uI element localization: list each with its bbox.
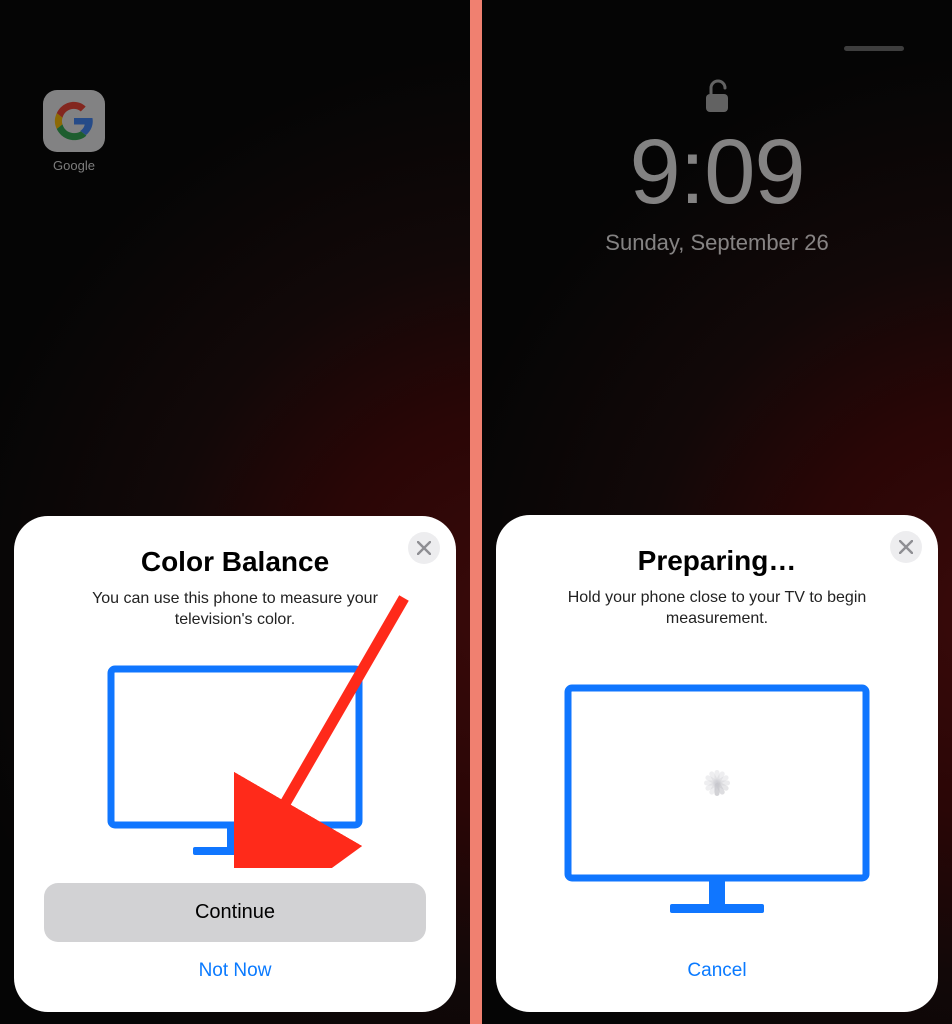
lockscreen-time: 9:09 [482,120,952,225]
preparing-sheet: Preparing… Hold your phone close to your… [496,515,938,1012]
sheet-description: Hold your phone close to your TV to begi… [537,587,897,630]
tv-icon [105,663,365,863]
not-now-button[interactable]: Not Now [199,942,272,990]
sheet-title: Color Balance [141,546,329,578]
continue-button[interactable]: Continue [44,883,426,942]
tv-icon [562,682,872,922]
cancel-button[interactable]: Cancel [687,942,746,990]
sheet-title: Preparing… [638,545,797,577]
app-icon-tile [43,90,105,152]
sheet-description: You can use this phone to measure your t… [55,588,415,631]
phone-screenshot-right: 9:09 Sunday, September 26 Preparing… Hol… [482,0,952,1024]
unlock-icon [482,78,952,121]
close-button[interactable] [890,531,922,563]
sheet-grabber[interactable] [844,46,904,51]
lockscreen-date: Sunday, September 26 [482,230,952,256]
close-icon [417,541,431,555]
app-icon-google[interactable]: Google [40,90,108,173]
google-logo-icon [54,101,94,141]
phone-screenshot-left: Google Color Balance You can use this ph… [0,0,470,1024]
app-icon-label: Google [40,158,108,173]
close-icon [899,540,913,554]
spinner-icon [695,761,739,805]
color-balance-sheet: Color Balance You can use this phone to … [14,516,456,1012]
close-button[interactable] [408,532,440,564]
